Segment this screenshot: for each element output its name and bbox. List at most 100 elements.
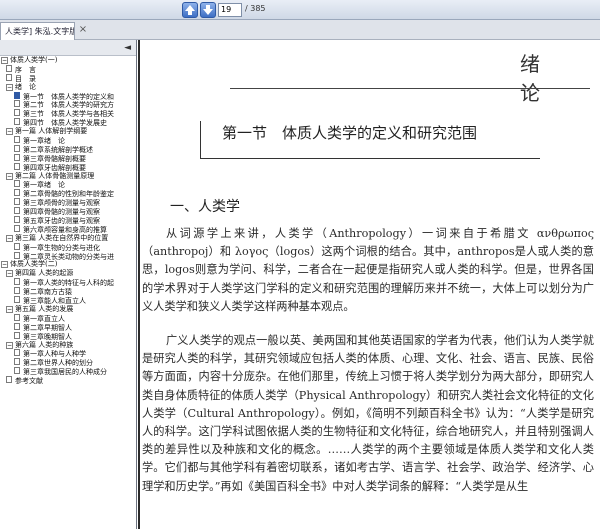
- bookmark-label: 第一章绪 论: [23, 137, 65, 146]
- bookmark-label: 第二章系统解剖学概述: [23, 145, 93, 154]
- next-page-button[interactable]: [200, 2, 216, 18]
- bookmark-item[interactable]: 第三章晚期智人: [0, 331, 136, 341]
- bookmark-item[interactable]: 第一章绪 论: [0, 136, 136, 145]
- expand-toggle-icon[interactable]: −: [6, 341, 13, 349]
- page-icon: [6, 376, 12, 384]
- expand-toggle-icon[interactable]: −: [1, 261, 8, 269]
- page-icon: [14, 100, 20, 108]
- bookmark-label: 第三章能人和直立人: [23, 297, 86, 306]
- bookmark-item[interactable]: − 第四篇 人类的起源: [0, 269, 136, 278]
- bookmark-label: 第一章人类的特征与人科的起: [23, 279, 114, 288]
- bookmark-item[interactable]: 第二章系统解剖学概述: [0, 144, 136, 154]
- paragraph: 从词源学上来讲，人类学（Anthropology）一词来自于希腊文 ανθρωπ…: [142, 227, 594, 313]
- page-icon: [14, 207, 20, 215]
- bookmark-item[interactable]: 参考文献: [0, 376, 136, 385]
- document-page: 绪 论 第一节 体质人类学的定义和研究范围 一、人类学 从词源学上来讲，人类学（…: [140, 40, 600, 529]
- expand-toggle-icon[interactable]: −: [6, 305, 13, 313]
- bookmark-label: 第三章颅骨的测量与观察: [23, 199, 100, 208]
- bookmark-item[interactable]: 第四节 体质人类学发展史: [0, 118, 136, 127]
- bookmark-label: 序 言: [15, 65, 36, 74]
- expand-toggle-icon[interactable]: −: [1, 57, 8, 64]
- page-icon: [6, 73, 12, 81]
- bookmark-item[interactable]: − 第二篇 人体骨骼测量原理: [0, 172, 136, 181]
- page-icon: [14, 198, 20, 206]
- page-icon: [14, 349, 20, 357]
- page-icon: [6, 64, 12, 72]
- bookmark-label: 第一篇 人体解剖学纲要: [15, 127, 88, 136]
- bookmark-item[interactable]: − 第一篇 人体解剖学纲要: [0, 127, 136, 136]
- bookmark-item[interactable]: − 体质人类学(一): [0, 56, 136, 65]
- bookmark-label: 第六章颅容量和身高的推算: [23, 225, 107, 234]
- bookmark-label: 第五章牙齿的测量与观察: [23, 217, 100, 226]
- tab-strip: 人类学] 朱泓.文字版 ×: [0, 20, 600, 40]
- toolbar: 19 / 385: [0, 0, 600, 20]
- bookmark-item[interactable]: 第二章骨骼的性别和年龄鉴定: [0, 189, 136, 198]
- bookmark-label: 体质人类学(二): [10, 260, 58, 269]
- bookmark-item[interactable]: − 绪 论: [0, 83, 136, 92]
- bookmark-item[interactable]: − 第六篇 人类的种族: [0, 341, 136, 350]
- expand-toggle-icon[interactable]: −: [6, 172, 13, 180]
- bookmark-label: 第二章南方古猿: [23, 288, 72, 297]
- bookmark-label: 第二节 体质人类学的研究方: [23, 101, 114, 110]
- subsection-heading: 一、人类学: [170, 199, 240, 215]
- bookmark-item[interactable]: 第二章世界人种的划分: [0, 358, 136, 367]
- bookmark-label: 第一章生物的分类与进化: [23, 243, 100, 252]
- page-icon: [14, 153, 20, 161]
- expand-toggle-icon[interactable]: −: [6, 83, 13, 91]
- bookmark-label: 第四篇 人类的起源: [15, 269, 74, 278]
- bookmark-item[interactable]: 第三章能人和直立人: [0, 296, 136, 305]
- bookmark-item[interactable]: − 第三篇 人类在自然界中的位置: [0, 234, 136, 243]
- bookmark-item[interactable]: 第六章颅容量和身高的推算: [0, 224, 136, 234]
- page-icon: [14, 224, 20, 232]
- bookmark-item[interactable]: 第二节 体质人类学的研究方: [0, 100, 136, 109]
- bookmark-label: 第一节 体质人类学的定义和: [23, 92, 114, 101]
- chapter-title: 绪 论: [520, 52, 584, 105]
- bookmark-item[interactable]: 第一章直立人: [0, 313, 136, 323]
- page-icon: [14, 91, 20, 99]
- bookmark-label: 目 录: [15, 74, 36, 83]
- expand-toggle-icon[interactable]: −: [6, 128, 13, 136]
- page-icon: [14, 287, 20, 295]
- bookmark-item[interactable]: 第三章我国居民的人种成分: [0, 367, 136, 376]
- bookmark-item[interactable]: 第三章骨骼解剖概要: [0, 153, 136, 163]
- bookmark-label: 第三节 体质人类学与各相关: [23, 110, 114, 119]
- previous-page-button[interactable]: [182, 2, 198, 18]
- bookmarks-sidebar: ◄ − 体质人类学(一) 序 言目 录 − 绪 论第一节 体质人类学的定义和 第二节 体质…: [0, 40, 137, 529]
- page-icon: [14, 296, 20, 304]
- page-icon: [14, 144, 20, 152]
- bookmark-item[interactable]: 第二章南方古猿: [0, 287, 136, 296]
- bookmark-label: 绪 论: [15, 82, 36, 91]
- bookmark-tree: − 体质人类学(一) 序 言目 录 − 绪 论第一节 体质人类学的定义和 第二节 体质人类…: [0, 56, 136, 385]
- header-rule: [230, 88, 590, 89]
- bookmark-item[interactable]: 第一章人类的特征与人科的起: [0, 278, 136, 287]
- bookmark-item[interactable]: 第一章人种与人种学: [0, 349, 136, 358]
- collapse-sidebar-icon[interactable]: ◄: [124, 43, 131, 53]
- bookmark-item[interactable]: 第三节 体质人类学与各相关: [0, 109, 136, 118]
- bookmark-item[interactable]: 第四章骨骼的测量与观察: [0, 207, 136, 216]
- bookmark-item[interactable]: 第二章早期智人: [0, 322, 136, 332]
- bookmark-label: 第六篇 人类的种族: [15, 340, 74, 349]
- bookmark-label: 第三章我国居民的人种成分: [23, 368, 107, 377]
- expand-toggle-icon[interactable]: −: [6, 234, 13, 242]
- close-tab-icon[interactable]: ×: [77, 24, 89, 36]
- bookmark-item[interactable]: 第四章牙齿解剖概要: [0, 162, 136, 172]
- bookmark-item[interactable]: 第一章生物的分类与进化: [0, 242, 136, 252]
- page-total-label: / 385: [245, 4, 266, 13]
- bookmark-item[interactable]: 第五章牙齿的测量与观察: [0, 216, 136, 225]
- page-icon: [14, 367, 20, 375]
- bookmark-item[interactable]: − 第五篇 人类的发展: [0, 305, 136, 314]
- bookmark-item[interactable]: 序 言: [0, 64, 136, 74]
- page-icon: [14, 189, 20, 197]
- bookmark-label: 第一章绪 论: [23, 181, 65, 190]
- bookmark-item[interactable]: 第一节 体质人类学的定义和: [0, 91, 136, 101]
- expand-toggle-icon[interactable]: −: [6, 270, 13, 278]
- page-icon: [14, 278, 20, 286]
- bookmark-item[interactable]: 第一章绪 论: [0, 180, 136, 189]
- bookmark-item[interactable]: 目 录: [0, 73, 136, 83]
- bookmark-label: 体质人类学(一): [10, 56, 58, 64]
- document-tab[interactable]: 人类学] 朱泓.文字版: [0, 22, 75, 40]
- page-number-input[interactable]: 19: [218, 3, 242, 17]
- arrow-down-icon: [203, 5, 213, 15]
- bookmark-label: 第二章早期智人: [23, 323, 72, 332]
- bookmark-item[interactable]: 第三章颅骨的测量与观察: [0, 198, 136, 207]
